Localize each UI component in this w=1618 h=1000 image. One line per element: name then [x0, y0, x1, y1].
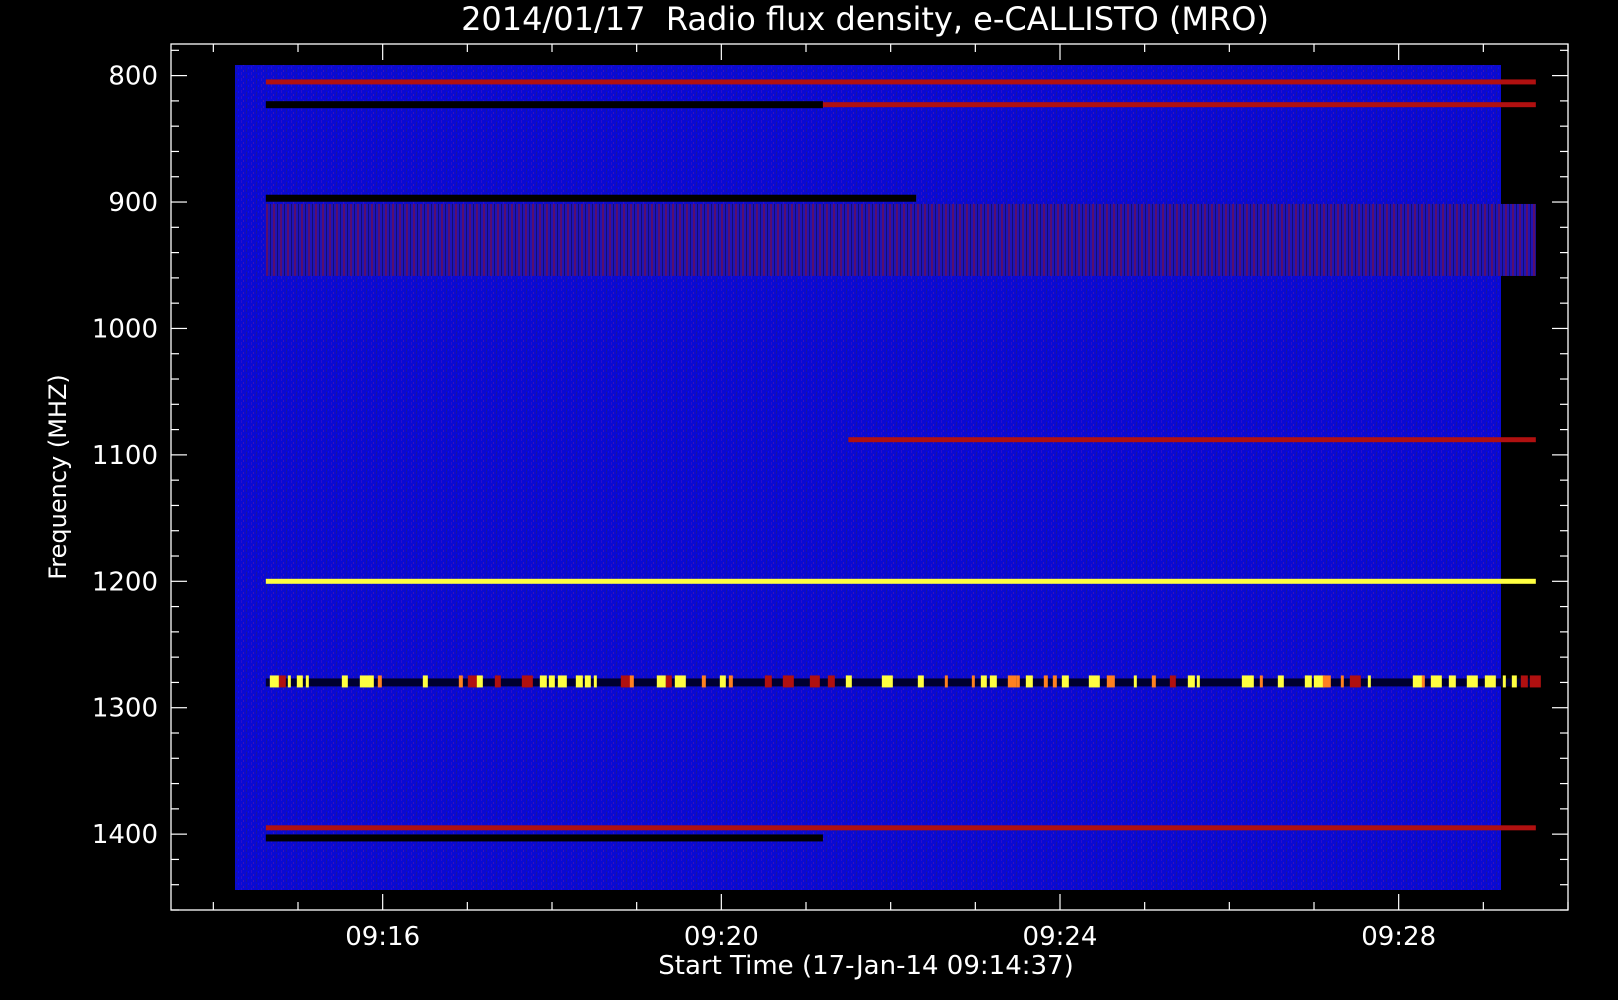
heatmap-burst — [1250, 675, 1254, 688]
heatmap-burst — [701, 675, 706, 688]
heatmap-burst — [1421, 675, 1425, 688]
heatmap-burst — [989, 675, 997, 688]
heatmap-burst — [557, 675, 567, 688]
heatmap-burst — [620, 675, 631, 688]
heatmap-burst — [881, 675, 893, 688]
heatmap-burst — [287, 675, 291, 688]
heatmap-burst — [917, 675, 924, 688]
heatmap-burst — [458, 675, 463, 688]
heatmap-burst — [593, 675, 597, 688]
heatmap-striped-region — [265, 203, 1536, 276]
heatmap-burst — [1007, 675, 1017, 688]
heatmap-burst — [827, 675, 835, 688]
heatmap-burst — [719, 675, 726, 688]
heatmap-burst — [1349, 675, 1361, 688]
heatmap-background — [235, 65, 1501, 890]
x-tick-label: 09:24 — [1023, 922, 1098, 952]
heatmap-burst — [1061, 675, 1069, 688]
heatmap-burst — [1088, 675, 1100, 688]
heatmap-burst — [584, 675, 591, 688]
heatmap-band — [265, 834, 823, 842]
heatmap-burst — [665, 675, 672, 688]
heatmap-burst — [278, 675, 286, 688]
heatmap-burst — [1133, 675, 1137, 688]
heatmap-band — [265, 578, 1536, 584]
heatmap-burst — [1340, 675, 1344, 688]
heatmap-band — [265, 825, 1536, 831]
heatmap-burst — [476, 675, 483, 688]
heatmap-burst — [1367, 675, 1371, 688]
heatmap-burst — [1106, 675, 1115, 688]
heatmap-burst — [1025, 675, 1033, 688]
heatmap-burst — [359, 675, 370, 688]
heatmap-band — [848, 437, 1536, 443]
heatmap-burst — [782, 675, 794, 688]
heatmap-burst — [1196, 675, 1200, 688]
y-tick-label: 900 — [108, 188, 158, 218]
heatmap-burst — [1151, 675, 1156, 688]
heatmap-burst — [341, 675, 348, 688]
chart-title: 2014/01/17 Radio flux density, e-CALLIST… — [461, 0, 1269, 38]
heatmap-burst — [1502, 675, 1506, 688]
heatmap-burst — [728, 675, 733, 688]
heatmap-burst — [1511, 675, 1517, 688]
heatmap-burst — [656, 675, 666, 688]
y-tick-label: 800 — [108, 62, 158, 92]
heatmap-burst — [494, 675, 501, 688]
heatmap-burst — [296, 675, 303, 688]
heatmap-burst — [845, 675, 852, 688]
heatmap-burst — [1448, 675, 1456, 688]
y-tick-label: 1000 — [92, 314, 158, 344]
heatmap-burst — [764, 675, 772, 688]
heatmap-burst — [269, 675, 280, 688]
spectrogram-chart: 2014/01/17 Radio flux density, e-CALLIST… — [44, 0, 1569, 981]
y-axis-label: Frequency (MHZ) — [44, 374, 72, 580]
x-tick-label: 09:20 — [684, 922, 759, 952]
heatmap-burst — [1484, 675, 1496, 688]
heatmap-band — [822, 102, 1536, 108]
heatmap-burst — [305, 675, 309, 688]
heatmap-burst — [422, 675, 428, 688]
heatmap-burst — [809, 675, 820, 688]
heatmap-band — [265, 101, 823, 109]
heatmap-burst — [1016, 675, 1020, 688]
x-tick-label: 09:16 — [345, 922, 420, 952]
heatmap-burst — [539, 675, 547, 688]
heatmap-burst — [377, 675, 382, 688]
heatmap-band — [265, 79, 1536, 85]
heatmap-burst — [971, 675, 975, 688]
heatmap-burst — [629, 675, 634, 688]
heatmap-burst — [1241, 675, 1252, 688]
heatmap-burst — [944, 675, 948, 688]
heatmap-burst — [1187, 675, 1195, 688]
heatmap-burst — [1052, 675, 1057, 688]
heatmap-band — [265, 678, 1536, 687]
x-axis-label: Start Time (17-Jan-14 09:14:37) — [658, 951, 1073, 981]
heatmap-burst — [1466, 675, 1478, 688]
y-tick-label: 1300 — [92, 694, 158, 724]
heatmap-band — [265, 194, 917, 202]
heatmap-burst — [548, 675, 555, 688]
heatmap-burst — [1043, 675, 1048, 688]
heatmap-burst — [1520, 675, 1528, 688]
heatmap-burst — [674, 675, 686, 688]
heatmap-burst — [521, 675, 533, 688]
heatmap-burst — [1529, 675, 1541, 688]
heatmap-burst — [1169, 675, 1176, 688]
y-tick-label: 1200 — [92, 567, 158, 597]
heatmap-burst — [1430, 675, 1442, 688]
heatmap-burst — [980, 675, 987, 688]
heatmap-burst — [1277, 675, 1284, 688]
y-tick-label: 1100 — [92, 441, 158, 471]
heatmap-burst — [1322, 675, 1331, 688]
heatmap-burst — [1304, 675, 1312, 688]
heatmap-burst — [368, 675, 374, 688]
y-tick-label: 1400 — [92, 820, 158, 850]
heatmap-burst — [1259, 675, 1263, 688]
heatmap-burst — [575, 675, 583, 688]
x-tick-label: 09:28 — [1361, 922, 1436, 952]
